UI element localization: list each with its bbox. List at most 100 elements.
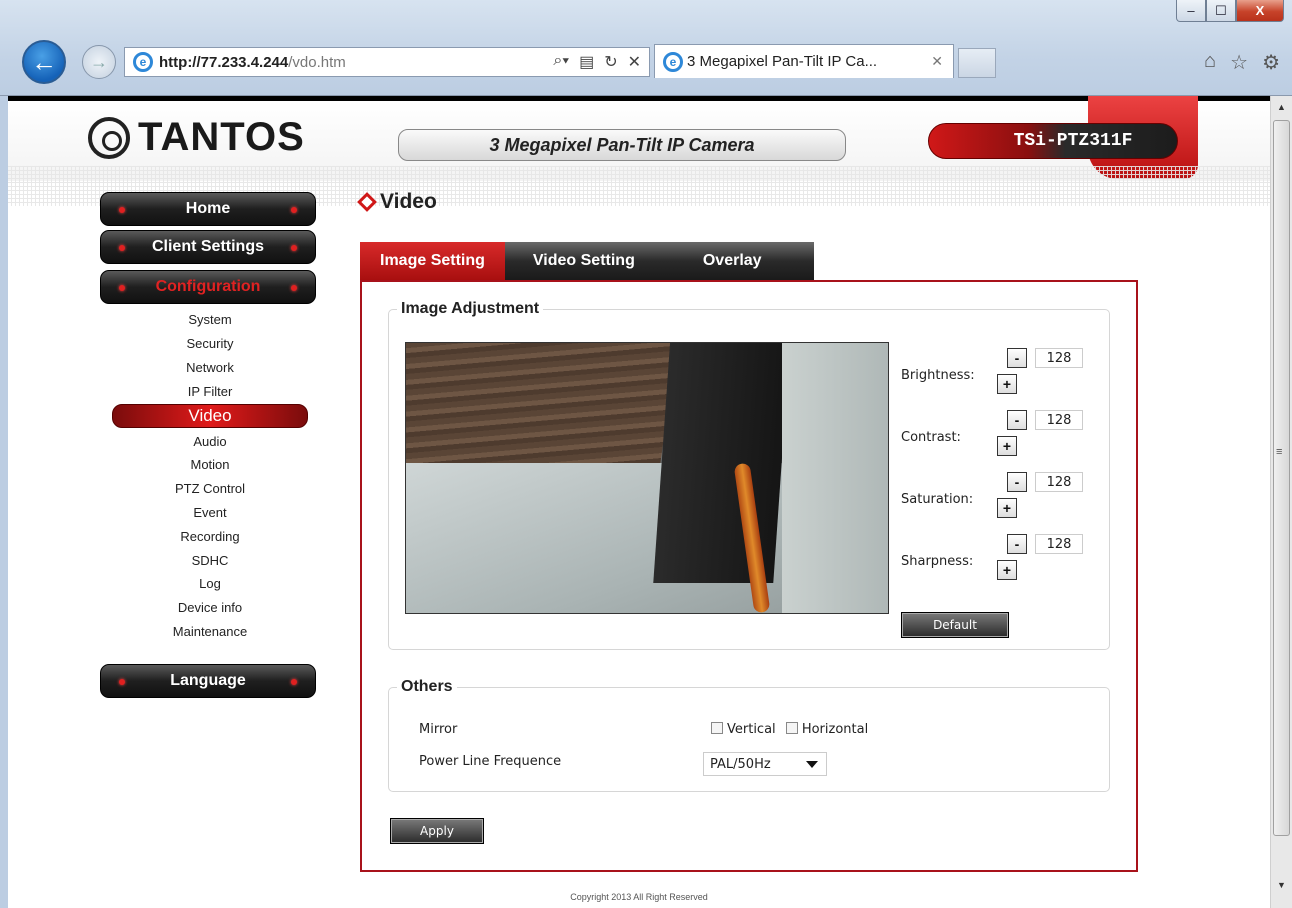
saturation-control: Saturation: - + 128 (901, 472, 1101, 532)
sidebar-item-audio[interactable]: Audio (112, 429, 308, 453)
address-bar[interactable]: e http://77.233.4.244/vdo.htm ⌕▾ ▤ ↻ ✕ (124, 47, 650, 77)
nav-client-settings-label: Client Settings (151, 238, 264, 255)
compat-view-icon[interactable]: ▤ (579, 52, 594, 72)
sharpness-label: Sharpness: (901, 554, 974, 569)
sharpness-control: Sharpness: - + 128 (901, 534, 1101, 594)
scroll-up-icon[interactable]: ▲ (1277, 102, 1286, 112)
nav-configuration-label: Configuration (155, 278, 261, 295)
window-controls: – ☐ X (1176, 0, 1284, 22)
sidebar-item-system[interactable]: System (112, 308, 308, 332)
contrast-value[interactable]: 128 (1035, 410, 1083, 430)
apply-button[interactable]: Apply (390, 818, 484, 844)
others-legend: Others (401, 678, 453, 695)
browser-tools: ⌂ ☆ ⚙ (1204, 50, 1280, 75)
logo-text: TANTOS (138, 115, 305, 159)
minimize-button[interactable]: – (1176, 0, 1206, 22)
sidebar-item-device-info[interactable]: Device info (112, 596, 308, 620)
red-dot-icon (291, 207, 297, 213)
power-line-select[interactable]: PAL/50Hz (703, 752, 827, 776)
nav-configuration-button[interactable]: Configuration (100, 270, 316, 304)
page-viewport: TANTOS 3 Megapixel Pan-Tilt IP Camera TS… (0, 96, 1292, 908)
red-dot-icon (291, 679, 297, 685)
forward-button[interactable]: → (82, 45, 116, 79)
preview-edge (782, 343, 888, 613)
contrast-increase-button[interactable]: + (997, 436, 1017, 456)
sidebar-item-maintenance[interactable]: Maintenance (112, 620, 308, 644)
brightness-label: Brightness: (901, 368, 975, 383)
scrollbar-thumb[interactable] (1273, 120, 1290, 836)
nav-language-button[interactable]: Language (100, 664, 316, 698)
power-line-value: PAL/50Hz (710, 756, 771, 772)
brightness-increase-button[interactable]: + (997, 374, 1017, 394)
sidebar-item-event[interactable]: Event (112, 501, 308, 525)
sidebar-item-network[interactable]: Network (112, 356, 308, 380)
others-group: Others Mirror Vertical Horizontal Power … (388, 678, 1110, 792)
sharpness-decrease-button[interactable]: - (1007, 534, 1027, 554)
address-tools: ⌕▾ ▤ ↻ ✕ (553, 52, 641, 72)
saturation-decrease-button[interactable]: - (1007, 472, 1027, 492)
default-button[interactable]: Default (901, 612, 1009, 638)
contrast-decrease-button[interactable]: - (1007, 410, 1027, 430)
back-button[interactable]: ← (22, 40, 66, 84)
tab-overlay[interactable]: Overlay (662, 242, 814, 280)
sidebar-item-sdhc[interactable]: SDHC (112, 548, 308, 572)
red-dot-icon (119, 679, 125, 685)
browser-tab[interactable]: e 3 Megapixel Pan-Tilt IP Ca... ✕ (654, 44, 954, 78)
sharpness-increase-button[interactable]: + (997, 560, 1017, 580)
sidebar-item-motion[interactable]: Motion (112, 453, 308, 477)
stop-icon[interactable]: ✕ (628, 52, 641, 72)
red-dot-icon (119, 207, 125, 213)
saturation-increase-button[interactable]: + (997, 498, 1017, 518)
scroll-down-icon[interactable]: ▼ (1277, 880, 1286, 890)
horizontal-label: Horizontal (801, 722, 869, 737)
sharpness-value[interactable]: 128 (1035, 534, 1083, 554)
brightness-control: Brightness: - + 128 (901, 348, 1101, 408)
refresh-icon[interactable]: ↻ (604, 52, 617, 72)
product-name: 3 Megapixel Pan-Tilt IP Camera (398, 129, 846, 161)
settings-tabs: Image Setting Video Setting Overlay (360, 242, 814, 280)
close-window-button[interactable]: X (1236, 0, 1284, 22)
vertical-scrollbar[interactable]: ▲ ≡ ▼ (1270, 96, 1292, 908)
tab-image-setting[interactable]: Image Setting (360, 242, 505, 280)
saturation-label: Saturation: (901, 492, 974, 507)
mirror-label: Mirror (419, 722, 458, 737)
gear-icon[interactable]: ⚙ (1262, 50, 1280, 75)
nav-home-button[interactable]: Home (100, 192, 316, 226)
nav-client-settings-button[interactable]: Client Settings (100, 230, 316, 264)
search-icon[interactable]: ⌕▾ (553, 52, 569, 72)
image-adjustment-legend: Image Adjustment (401, 300, 540, 317)
home-icon[interactable]: ⌂ (1204, 50, 1216, 75)
sidebar-item-security[interactable]: Security (112, 332, 308, 356)
model-badge: TSi-PTZ311F (928, 123, 1178, 159)
vertical-checkbox[interactable] (711, 722, 723, 734)
video-section-icon (357, 192, 377, 212)
red-dot-icon (291, 285, 297, 291)
brightness-value[interactable]: 128 (1035, 348, 1083, 368)
power-line-label: Power Line Frequence (419, 754, 562, 769)
brightness-decrease-button[interactable]: - (1007, 348, 1027, 368)
contrast-label: Contrast: (901, 430, 961, 445)
new-tab-button[interactable] (958, 48, 996, 78)
configuration-submenu: System Security Network IP Filter Video … (112, 308, 308, 643)
tab-video-setting[interactable]: Video Setting (504, 242, 663, 280)
favorites-star-icon[interactable]: ☆ (1230, 50, 1248, 75)
sidebar-item-ip-filter[interactable]: IP Filter (112, 379, 308, 403)
maximize-button[interactable]: ☐ (1206, 0, 1236, 22)
sidebar-item-recording[interactable]: Recording (112, 524, 308, 548)
footer-copyright: Copyright 2013 All Right Reserved (570, 892, 708, 902)
contrast-control: Contrast: - + 128 (901, 410, 1101, 470)
browser-chrome: – ☐ X ← → e http://77.233.4.244/vdo.htm … (0, 0, 1292, 96)
sidebar-item-video[interactable]: Video (112, 404, 308, 429)
arrow-left-icon: ← (31, 46, 57, 77)
saturation-value[interactable]: 128 (1035, 472, 1083, 492)
url-host: http://77.233.4.244 (159, 53, 289, 71)
nav-home-label: Home (185, 200, 231, 217)
logo-mark-icon (88, 116, 130, 159)
sidebar-item-log[interactable]: Log (112, 572, 308, 596)
sidebar-item-ptz-control[interactable]: PTZ Control (112, 477, 308, 501)
horizontal-checkbox[interactable] (785, 722, 798, 734)
close-tab-icon[interactable]: ✕ (931, 53, 943, 70)
red-dot-icon (291, 245, 297, 251)
red-dot-icon (119, 245, 125, 251)
tab-title: 3 Megapixel Pan-Tilt IP Ca... (687, 53, 878, 70)
